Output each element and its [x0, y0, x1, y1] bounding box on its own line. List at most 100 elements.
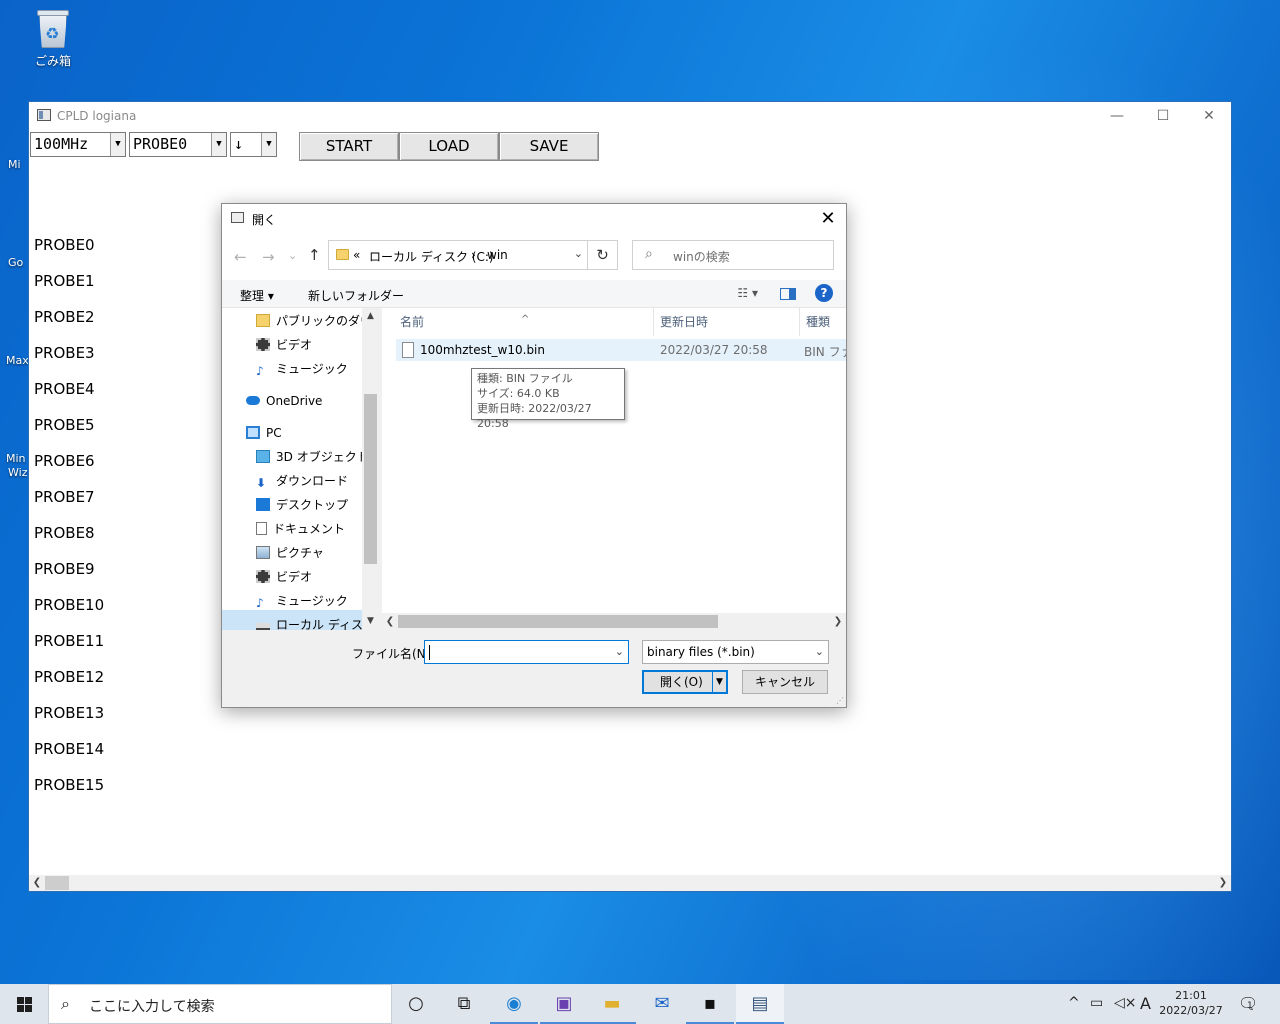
chevron-down-icon[interactable]: ⌄	[574, 247, 583, 260]
tree-item-3d-objects[interactable]: 3D オブジェクト	[256, 446, 369, 468]
tree-item-documents[interactable]: ドキュメント	[256, 518, 345, 540]
file-row[interactable]: 100mhztest_w10.bin 2022/03/27 20:58 BIN …	[396, 339, 846, 361]
up-arrow-icon[interactable]: ↑	[308, 246, 321, 264]
dropdown-arrow-icon: ▼	[211, 133, 226, 156]
tree-item-downloads[interactable]: ⬇ ダウンロード	[256, 470, 348, 492]
chevron-up-icon[interactable]: ^	[1068, 995, 1080, 1011]
column-header-label: 名前	[400, 315, 425, 329]
refresh-button[interactable]: ↻	[588, 240, 618, 270]
recycle-bin-shortcut[interactable]: ♻ ごみ箱	[28, 8, 78, 69]
probe-label: PROBE7	[34, 488, 95, 506]
app-title: CPLD logiana	[57, 109, 137, 123]
scroll-thumb[interactable]	[364, 394, 377, 564]
minimize-button[interactable]: —	[1095, 106, 1139, 126]
file-type-filter[interactable]: binary files (*.bin) ⌄	[642, 640, 829, 664]
open-button[interactable]: 開く(O) ▼	[642, 670, 728, 694]
refresh-icon: ↻	[596, 246, 609, 264]
tree-item-local-disk[interactable]: ローカル ディスク (C:	[256, 614, 379, 630]
app-titlebar[interactable]: CPLD logiana — ☐ ✕	[29, 102, 1231, 130]
close-button[interactable]: ✕	[1187, 106, 1231, 126]
probe-select[interactable]: PROBE0 ▼	[129, 132, 227, 157]
cancel-button[interactable]: キャンセル	[742, 670, 828, 694]
chevron-down-icon[interactable]: ⌄	[615, 645, 624, 658]
network-icon[interactable]: ▭	[1090, 995, 1103, 1011]
scroll-left-icon[interactable]: ❮	[29, 875, 45, 891]
terminal-icon[interactable]: ▪	[686, 984, 734, 1024]
address-overflow[interactable]: «	[353, 248, 360, 262]
filename-input[interactable]: ⌄	[424, 640, 629, 664]
tree-item-videos[interactable]: ビデオ	[256, 334, 312, 356]
task-view-icon[interactable]: ⧉	[440, 984, 488, 1024]
tree-item-label: ミュージック	[276, 594, 348, 608]
help-icon[interactable]: ?	[815, 284, 833, 302]
tree-item-label: PC	[266, 426, 282, 440]
tree-item-label: ダウンロード	[276, 474, 349, 488]
taskbar-search-box[interactable]: ⌕ ここに入力して検索	[48, 984, 392, 1024]
tree-item-onedrive[interactable]: OneDrive	[246, 390, 322, 412]
start-button[interactable]: START	[299, 132, 399, 161]
scroll-right-icon[interactable]: ❯	[830, 613, 846, 630]
forward-arrow-icon[interactable]: →	[262, 248, 275, 266]
system-clock[interactable]: 21:01 2022/03/27	[1158, 988, 1224, 1018]
video-icon	[256, 570, 270, 583]
start-button[interactable]	[0, 984, 48, 1024]
search-box[interactable]: ⌕ winの検索	[632, 240, 834, 270]
tree-item-pictures[interactable]: ピクチャ	[256, 542, 324, 564]
column-header-name[interactable]: ^ 名前	[382, 308, 654, 336]
open-options-dropdown-icon[interactable]: ▼	[712, 672, 726, 692]
open-file-dialog: 開く ✕ ← → ⌄ ↑ « ローカル ディスク (C:) › win ⌄ ↻ …	[221, 203, 847, 708]
scroll-down-icon[interactable]: ▼	[362, 613, 379, 630]
column-header-label: 更新日時	[660, 315, 709, 329]
tree-item-music[interactable]: ♪ ミュージック	[256, 590, 348, 612]
view-options-icon[interactable]: ☷ ▾	[737, 286, 758, 300]
scroll-right-icon[interactable]: ❯	[1215, 875, 1231, 891]
preview-pane-icon[interactable]	[780, 288, 796, 300]
cortana-icon[interactable]: ○	[392, 984, 440, 1024]
column-header-date[interactable]: 更新日時	[654, 308, 800, 336]
tree-vertical-scrollbar[interactable]: ▲ ▼	[362, 308, 379, 630]
column-header-type[interactable]: 種類	[800, 308, 846, 336]
dropdown-arrow-icon: ▼	[110, 133, 125, 156]
mail-icon[interactable]: ✉	[638, 984, 686, 1024]
edge-browser-icon[interactable]: ◉	[490, 984, 538, 1024]
trigger-edge-select[interactable]: ↓ ▼	[230, 132, 277, 157]
ime-indicator[interactable]: A	[1140, 994, 1151, 1013]
scroll-thumb[interactable]	[45, 876, 69, 890]
app-taskbar-icon[interactable]: ▣	[540, 984, 588, 1024]
probe-label: PROBE13	[34, 704, 105, 722]
file-explorer-icon[interactable]: ▬	[588, 984, 636, 1024]
recent-locations-icon[interactable]: ⌄	[288, 249, 297, 262]
file-list-horizontal-scrollbar[interactable]: ❮ ❯	[382, 613, 846, 630]
load-button[interactable]: LOAD	[399, 132, 499, 161]
speaker-muted-icon[interactable]: ◁×	[1114, 995, 1137, 1011]
probe-label: PROBE8	[34, 524, 95, 542]
tree-item-desktop[interactable]: デスクトップ	[256, 494, 348, 516]
tree-item-pc[interactable]: PC	[246, 422, 282, 444]
back-arrow-icon[interactable]: ←	[234, 248, 247, 266]
taskbar: ⌕ ここに入力して検索 ○ ⧉ ◉ ▣ ▬ ✉ ▪ ▤ ^ ▭ ◁× A 21:…	[0, 984, 1280, 1024]
resize-grip-icon[interactable]: ⋰	[836, 696, 844, 705]
file-icon	[402, 342, 414, 358]
music-icon: ♪	[256, 596, 264, 610]
organize-menu[interactable]: 整理 ▾	[240, 287, 274, 304]
app-horizontal-scrollbar[interactable]: ❮ ❯	[29, 875, 1231, 891]
dialog-titlebar[interactable]: 開く ✕	[222, 204, 846, 234]
save-button[interactable]: SAVE	[499, 132, 599, 161]
tree-item-public-downloads[interactable]: パブリックのダウンロ	[256, 310, 379, 332]
tree-item-videos[interactable]: ビデオ	[256, 566, 312, 588]
breadcrumb-folder[interactable]: win	[487, 248, 508, 262]
notification-center-icon[interactable]: 🗨 1	[1238, 994, 1258, 1013]
new-folder-button[interactable]: 新しいフォルダー	[308, 287, 404, 304]
scroll-thumb[interactable]	[398, 615, 718, 628]
tree-item-music[interactable]: ♪ ミュージック	[256, 358, 348, 380]
address-bar[interactable]: « ローカル ディスク (C:) › win ⌄	[328, 240, 588, 270]
frequency-select[interactable]: 100MHz ▼	[30, 132, 126, 157]
folder-icon	[256, 314, 270, 327]
scroll-left-icon[interactable]: ❮	[382, 613, 398, 630]
scroll-up-icon[interactable]: ▲	[362, 308, 379, 325]
cpld-logiana-taskbar-icon[interactable]: ▤	[736, 984, 784, 1024]
maximize-button[interactable]: ☐	[1141, 106, 1185, 126]
tree-item-label: 3D オブジェクト	[276, 450, 369, 464]
dialog-close-button[interactable]: ✕	[816, 207, 840, 231]
tooltip-size: サイズ: 64.0 KB	[477, 387, 560, 400]
